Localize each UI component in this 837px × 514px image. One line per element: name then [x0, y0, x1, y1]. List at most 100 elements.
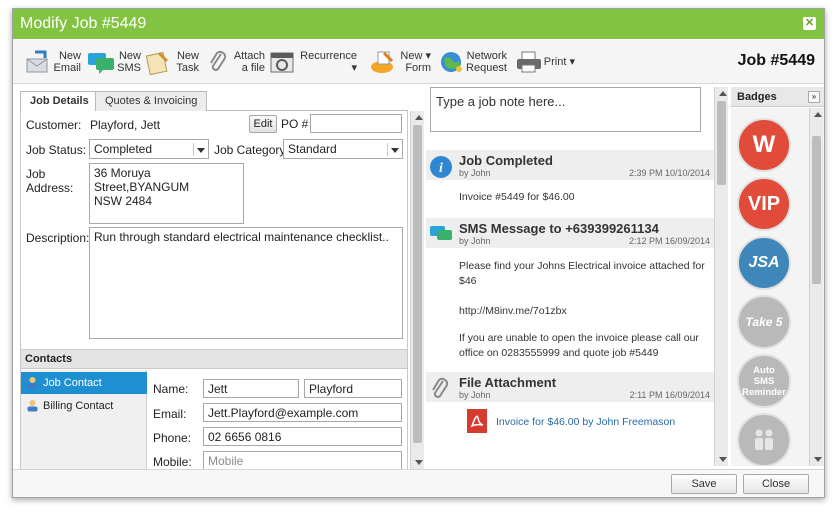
- left-pane-scrollbar[interactable]: [410, 111, 424, 469]
- scroll-down-icon[interactable]: [719, 457, 727, 462]
- note-date: 2:39 PM 10/10/2014: [628, 168, 710, 178]
- job-category-select[interactable]: Standard: [283, 139, 403, 159]
- title-bar: Modify Job #5449 ✕: [13, 9, 824, 39]
- address-line-2: NSW 2484: [94, 194, 153, 208]
- scroll-thumb[interactable]: [413, 125, 422, 443]
- badges-scrollbar[interactable]: [809, 108, 823, 466]
- new-form-label: New ▾ Form: [400, 50, 431, 74]
- printer-icon: [517, 51, 541, 73]
- contact-item-job[interactable]: Job Contact: [21, 372, 147, 394]
- description-input[interactable]: Run through standard electrical maintena…: [89, 227, 403, 339]
- badge-w[interactable]: W: [737, 118, 791, 172]
- scroll-up-icon[interactable]: [415, 115, 423, 120]
- close-icon[interactable]: ✕: [803, 17, 816, 30]
- svg-text:i: i: [439, 161, 443, 176]
- contact-item-billing[interactable]: Billing Contact: [21, 395, 147, 417]
- new-email-button[interactable]: New Email: [25, 45, 81, 79]
- note-date: 2:11 PM 16/09/2014: [629, 390, 710, 400]
- new-form-button[interactable]: New ▾ Form: [369, 45, 431, 79]
- badges-title: Badges: [737, 91, 777, 103]
- contact-item-label: Job Contact: [43, 377, 102, 389]
- job-status-value: Completed: [94, 142, 153, 156]
- scroll-down-icon[interactable]: [415, 460, 423, 465]
- network-request-label: Network Request: [466, 50, 507, 74]
- mobile-field[interactable]: Mobile: [203, 451, 402, 470]
- badge-take-5[interactable]: Take 5: [737, 295, 791, 349]
- new-task-button[interactable]: New Task: [145, 45, 199, 79]
- new-sms-label: New SMS: [117, 50, 141, 74]
- print-label: Print: [543, 56, 567, 68]
- edit-customer-button[interactable]: Edit: [249, 115, 277, 133]
- job-address-input[interactable]: 36 Moruya Street,BYANGUM NSW 2484: [89, 163, 244, 224]
- pdf-icon[interactable]: [466, 408, 488, 434]
- note-sms-message: SMS Message to +639399261134 by John 2:1…: [426, 218, 714, 368]
- person-icon: [27, 377, 38, 389]
- customer-label: Customer:: [26, 118, 82, 132]
- people-icon: [755, 429, 773, 450]
- modify-job-dialog: Modify Job #5449 ✕ New Email New SMS New…: [12, 8, 825, 498]
- contact-item-label: Billing Contact: [43, 400, 114, 412]
- new-sms-button[interactable]: New SMS: [87, 45, 141, 79]
- collapse-icon[interactable]: »: [808, 91, 820, 103]
- dialog-footer: Save Close: [13, 469, 824, 497]
- badge-vip[interactable]: VIP: [737, 177, 791, 231]
- info-icon: i: [430, 156, 452, 178]
- email-field[interactable]: Jett.Playford@example.com: [203, 403, 402, 422]
- paperclip-icon: [210, 50, 227, 71]
- badge-auto-sms-reminder[interactable]: Auto SMS Reminder: [737, 354, 791, 408]
- recurrence-icon: [270, 52, 294, 73]
- job-status-label: Job Status:: [26, 143, 87, 157]
- tab-quotes-invoicing[interactable]: Quotes & Invoicing: [95, 91, 208, 112]
- sms-icon: [430, 226, 452, 240]
- contacts-header: Contacts: [21, 349, 407, 369]
- window-title: Modify Job #5449: [20, 15, 147, 32]
- scroll-up-icon[interactable]: [814, 112, 822, 117]
- close-button[interactable]: Close: [743, 474, 809, 494]
- attach-file-label: Attach a file: [233, 50, 265, 74]
- note-file-attachment: File Attachment by John 2:11 PM 16/09/20…: [426, 372, 714, 452]
- scroll-thumb[interactable]: [717, 101, 726, 185]
- attachment-link[interactable]: Invoice for $46.00 by John Freemason: [496, 416, 675, 428]
- network-request-button[interactable]: Network Request: [439, 45, 507, 79]
- customer-value: Playford, Jett: [90, 118, 161, 132]
- job-status-select[interactable]: Completed: [89, 139, 209, 159]
- job-address-label-1: Job: [26, 167, 46, 181]
- job-number-heading: Job #5449: [737, 52, 815, 69]
- phone-field[interactable]: 02 6656 0816: [203, 427, 402, 446]
- badge-jsa[interactable]: JSA: [737, 236, 791, 290]
- note-author: by John: [459, 390, 491, 400]
- badges-panel: W VIP JSA Take 5 Auto SMS Reminder: [731, 108, 824, 466]
- email-icon: [26, 50, 48, 73]
- email-label: Email:: [153, 407, 187, 421]
- badge-people[interactable]: [737, 413, 791, 466]
- job-category-label: Job Category: [214, 143, 286, 157]
- attach-file-button[interactable]: Attach a file: [207, 45, 265, 79]
- note-title: Job Completed: [459, 153, 553, 168]
- print-button[interactable]: Print ▾: [515, 45, 575, 79]
- note-body: Please find your Johns Electrical invoic…: [459, 260, 705, 287]
- first-name-input[interactable]: Jett: [203, 379, 299, 398]
- notes-scrollbar[interactable]: [714, 87, 728, 466]
- paperclip-icon: [432, 377, 449, 398]
- last-name-input[interactable]: Playford: [304, 379, 402, 398]
- contact-type-list: Job Contact Billing Contact: [21, 370, 147, 470]
- recurrence-button[interactable]: Recurrence ▾: [269, 45, 357, 79]
- chevron-down-icon: [193, 143, 206, 156]
- notes-feed: i Job Completed by John 2:39 PM 10/10/20…: [426, 140, 714, 466]
- note-title: SMS Message to +639399261134: [459, 221, 659, 236]
- save-button[interactable]: Save: [671, 474, 737, 494]
- description-label: Description:: [26, 231, 90, 245]
- po-input[interactable]: [310, 114, 402, 133]
- note-author: by John: [459, 236, 491, 246]
- scroll-down-icon[interactable]: [814, 457, 822, 462]
- toolbar: NewEmail NewSMS NewTask Attacha file: [13, 40, 824, 84]
- scroll-up-icon[interactable]: [719, 91, 727, 96]
- globe-icon: [441, 52, 462, 72]
- note-body: If you are unable to open the invoice pl…: [459, 332, 699, 359]
- tab-job-details[interactable]: Job Details: [20, 91, 99, 113]
- new-email-label: New Email: [53, 50, 81, 74]
- new-task-label: New Task: [176, 50, 199, 74]
- job-note-input[interactable]: Type a job note here...: [430, 87, 701, 132]
- note-body: Invoice #5449 for $46.00: [459, 191, 575, 203]
- scroll-thumb[interactable]: [812, 136, 821, 284]
